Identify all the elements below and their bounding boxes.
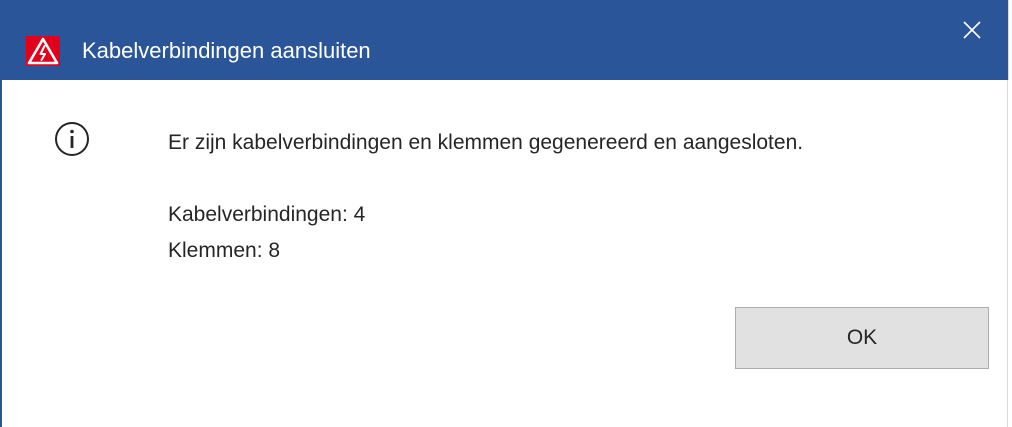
dialog-window: Kabelverbindingen aansluiten Er zijn kab… [0,0,1012,427]
dialog-message: Er zijn kabelverbindingen en klemmen geg… [168,131,804,154]
clamps-count: Klemmen: 8 [168,239,281,262]
info-icon [55,122,89,156]
close-button[interactable] [944,6,1000,54]
window-title: Kabelverbindingen aansluiten [82,38,371,63]
cable-connections-count: Kabelverbindingen: 4 [168,203,366,226]
warning-triangle-icon [26,36,60,66]
close-icon [963,21,981,39]
ok-button[interactable]: OK [735,307,989,369]
title-bar[interactable]: Kabelverbindingen aansluiten [0,0,1009,80]
